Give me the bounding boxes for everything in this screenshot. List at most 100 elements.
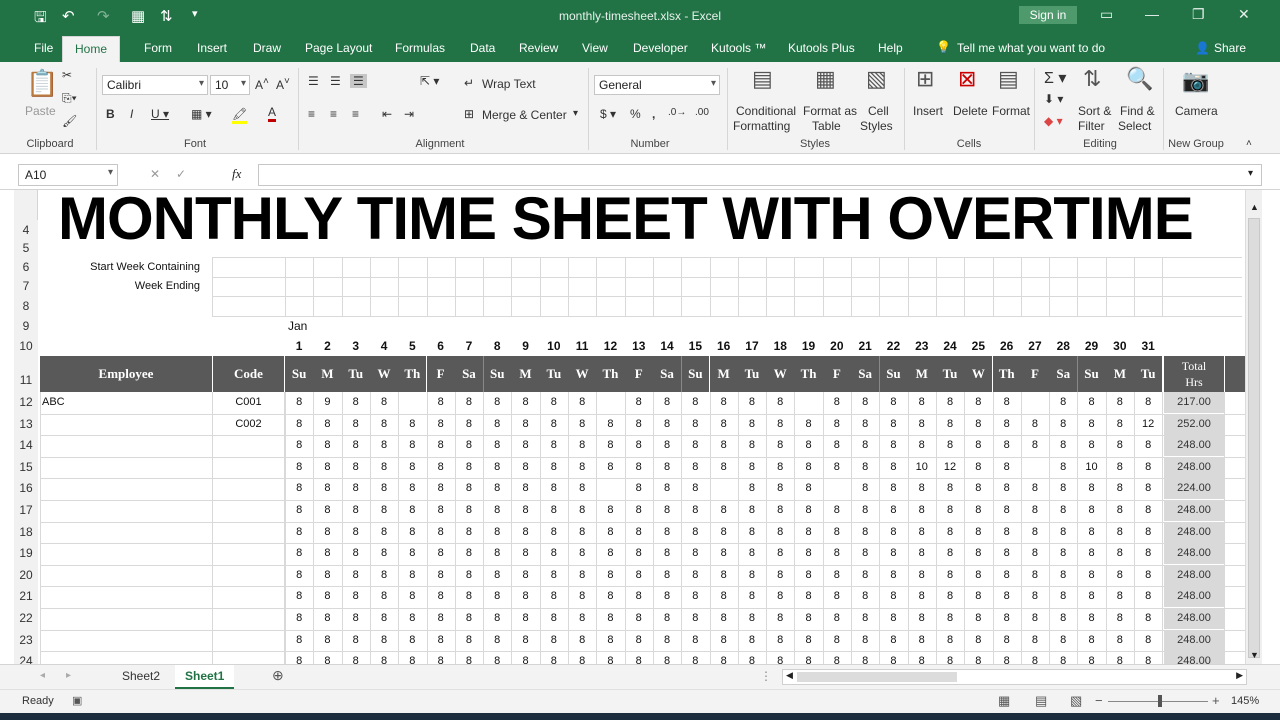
hours-cell[interactable]: 8 [936,630,964,651]
hours-cell[interactable]: 8 [936,435,964,456]
hours-cell[interactable]: 8 [879,478,907,499]
conditional-formatting-icon[interactable]: ▤ [752,66,773,92]
hours-cell[interactable]: 8 [1049,565,1077,586]
formatting-label[interactable]: Formatting [733,119,790,133]
hours-cell[interactable]: 8 [285,522,313,543]
hours-cell[interactable]: 8 [455,457,483,478]
hours-cell[interactable]: 8 [1106,500,1134,521]
hours-cell[interactable]: 8 [568,651,596,664]
increase-decimal-icon[interactable]: .0→ [668,107,686,118]
hours-cell[interactable]: 8 [1106,608,1134,629]
hours-cell[interactable]: 8 [681,414,709,435]
hours-cell[interactable]: 8 [1106,651,1134,664]
hours-cell[interactable]: 8 [681,543,709,564]
merge-center-button[interactable]: Merge & Center [482,108,567,122]
tab-split-icon[interactable]: ⋮ [760,669,772,683]
hours-cell[interactable]: 8 [823,565,851,586]
hours-cell[interactable]: 8 [540,392,568,413]
font-size-combo[interactable]: 10 [210,75,250,95]
hours-cell[interactable]: 8 [766,392,794,413]
hours-cell[interactable]: 8 [1049,586,1077,607]
code-cell[interactable]: C001 [213,392,284,413]
hours-cell[interactable]: 8 [596,608,624,629]
hours-cell[interactable]: 8 [483,392,511,413]
hours-cell[interactable]: 8 [993,630,1021,651]
hours-cell[interactable]: 8 [1134,565,1162,586]
hours-cell[interactable]: 8 [908,651,936,664]
normal-view-icon[interactable]: ▦ [998,693,1010,709]
hours-cell[interactable]: 8 [738,522,766,543]
code-cell[interactable] [213,630,284,651]
hours-cell[interactable]: 8 [823,630,851,651]
hours-cell[interactable]: 8 [427,435,455,456]
hours-cell[interactable]: 8 [313,630,341,651]
align-right-icon[interactable]: ≡ [352,107,359,121]
code-cell[interactable] [213,608,284,629]
hours-cell[interactable]: 8 [398,522,426,543]
hours-cell[interactable]: 8 [596,500,624,521]
hours-cell[interactable]: 8 [285,565,313,586]
hours-cell[interactable]: 8 [1077,608,1105,629]
hours-cell[interactable]: 8 [568,478,596,499]
tab-formulas[interactable]: Formulas [395,41,445,55]
row-number[interactable]: 10 [14,336,38,356]
hours-cell[interactable]: 8 [879,414,907,435]
code-cell[interactable]: C002 [213,414,284,435]
employee-cell[interactable] [40,414,212,435]
hours-cell[interactable]: 8 [483,608,511,629]
hours-cell[interactable]: 8 [511,522,539,543]
row-number[interactable]: 21 [14,586,38,608]
hours-cell[interactable]: 8 [370,414,398,435]
hours-cell[interactable]: 8 [1106,478,1134,499]
hours-cell[interactable]: 8 [342,651,370,664]
hours-cell[interactable]: 8 [1021,608,1049,629]
hours-cell[interactable]: 8 [1077,630,1105,651]
hours-cell[interactable]: 8 [398,565,426,586]
hours-cell[interactable]: 8 [738,543,766,564]
hours-cell[interactable]: 8 [879,392,907,413]
hours-cell[interactable]: 8 [851,543,879,564]
hours-cell[interactable]: 8 [738,478,766,499]
hours-cell[interactable]: 8 [794,586,822,607]
page-break-view-icon[interactable]: ▧ [1070,693,1082,709]
hours-cell[interactable]: 12 [936,457,964,478]
grow-font-icon[interactable]: A˄ [255,76,269,92]
code-cell[interactable] [213,565,284,586]
tab-kutools-plus[interactable]: Kutools Plus [788,41,855,55]
hours-cell[interactable] [596,392,624,413]
hours-cell[interactable]: 8 [794,630,822,651]
hours-cell[interactable]: 8 [370,651,398,664]
hours-cell[interactable]: 8 [1049,543,1077,564]
hours-cell[interactable]: 8 [908,565,936,586]
hours-cell[interactable]: 8 [455,392,483,413]
hours-cell[interactable]: 8 [1021,414,1049,435]
insert-cells-icon[interactable]: ⊞ [916,66,934,92]
hours-cell[interactable]: 8 [710,435,738,456]
tab-home[interactable]: Home [62,36,121,62]
hours-cell[interactable]: 8 [653,435,681,456]
hours-cell[interactable]: 8 [908,543,936,564]
hours-cell[interactable]: 8 [710,500,738,521]
hours-cell[interactable]: 8 [427,457,455,478]
total-hours-cell[interactable]: 224.00 [1164,478,1224,500]
tab-draw[interactable]: Draw [253,41,281,55]
hours-cell[interactable]: 8 [653,478,681,499]
hours-cell[interactable]: 8 [313,414,341,435]
hours-cell[interactable]: 8 [823,435,851,456]
hours-cell[interactable]: 8 [993,543,1021,564]
hours-cell[interactable]: 8 [483,478,511,499]
hours-cell[interactable]: 8 [540,435,568,456]
code-cell[interactable] [213,543,284,564]
close-icon[interactable]: ✕ [1238,6,1250,23]
hours-cell[interactable]: 8 [1134,435,1162,456]
minimize-icon[interactable]: — [1145,6,1159,22]
hours-cell[interactable]: 8 [964,500,992,521]
hours-cell[interactable]: 8 [1049,414,1077,435]
format-as-table-icon[interactable]: ▦ [815,66,836,92]
row-number[interactable]: 15 [14,456,38,479]
hours-cell[interactable]: 8 [342,392,370,413]
hours-cell[interactable]: 8 [1021,543,1049,564]
hours-cell[interactable]: 8 [823,457,851,478]
bold-icon[interactable]: B [106,107,115,121]
hours-cell[interactable] [398,392,426,413]
